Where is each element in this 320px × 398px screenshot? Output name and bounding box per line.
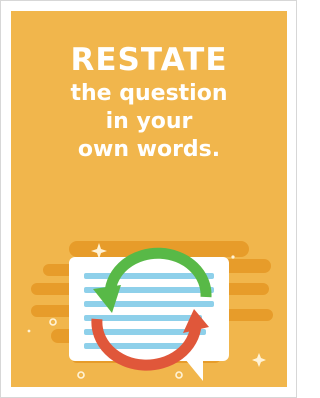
headline: RESTATE bbox=[70, 42, 228, 78]
subtitle-line-1: the question bbox=[70, 81, 228, 106]
restate-chat-arrows-icon bbox=[27, 241, 273, 381]
subtitle-line-2: in your bbox=[105, 109, 193, 134]
restate-poster: RESTATE the question in your own words. bbox=[11, 11, 287, 387]
image-frame: RESTATE the question in your own words. bbox=[0, 0, 297, 398]
subtitle-line-3: own words. bbox=[77, 137, 221, 162]
